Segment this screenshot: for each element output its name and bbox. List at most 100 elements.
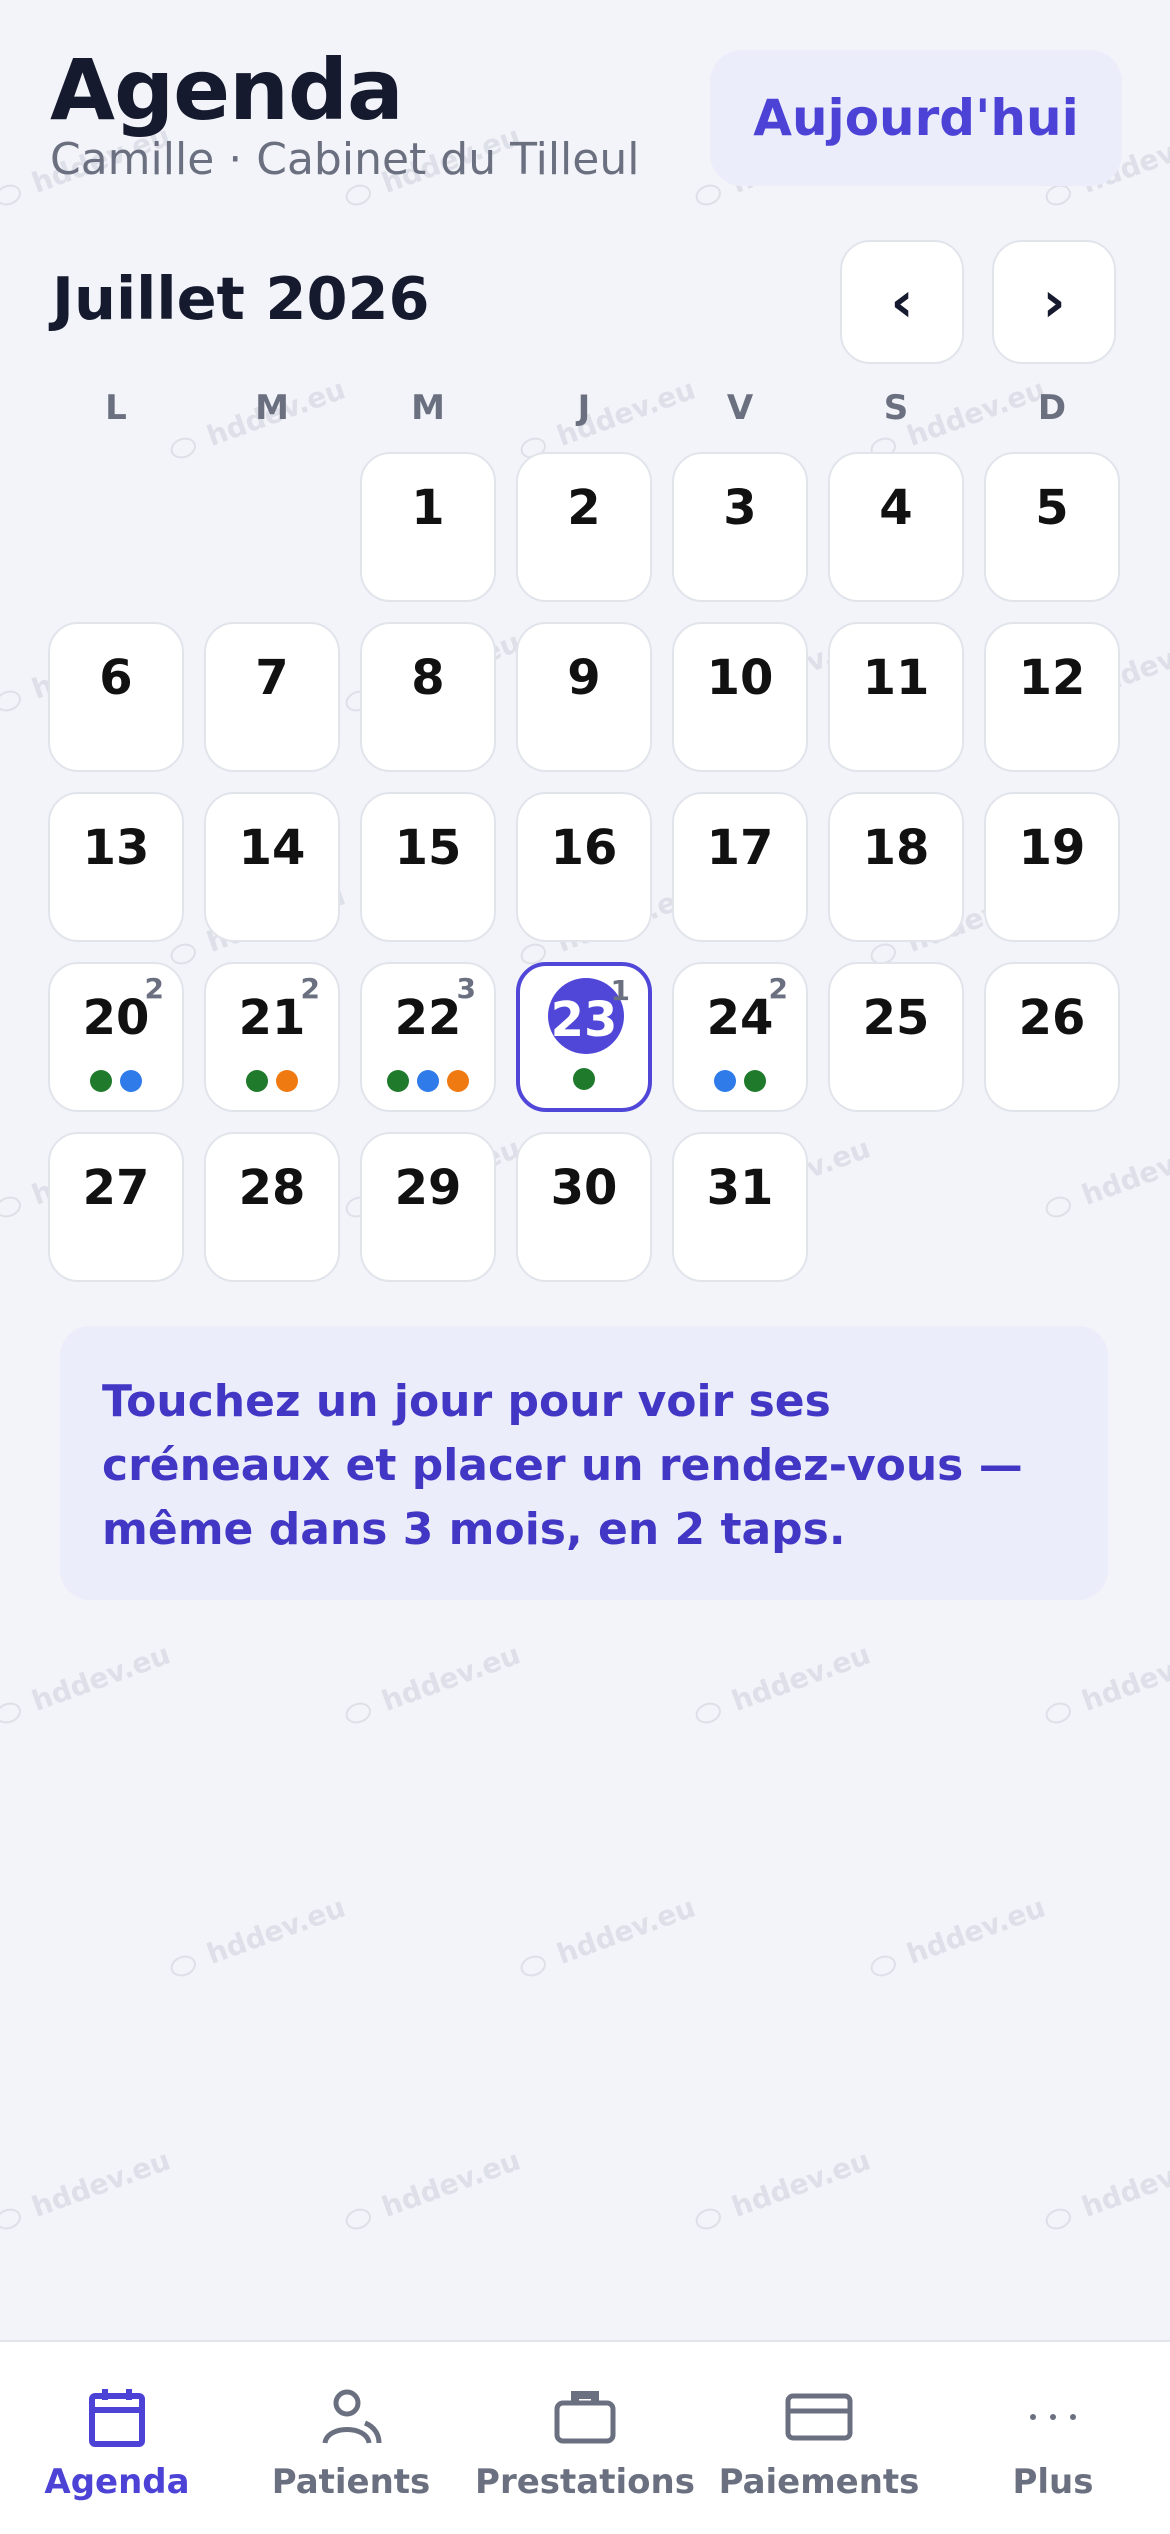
appointment-count-badge: 3 bbox=[456, 972, 476, 1005]
watermark-label: hddev.eu bbox=[902, 1890, 1050, 1971]
day-number: 12 bbox=[1018, 650, 1086, 706]
empty-cell bbox=[48, 452, 184, 602]
tab-agenda[interactable]: Agenda bbox=[0, 2342, 234, 2534]
watermark-text: hddev.eu bbox=[165, 1890, 350, 1984]
appointment-dot-blue bbox=[714, 1070, 736, 1092]
day-number: 4 bbox=[879, 480, 913, 536]
day-cell-5[interactable]: 5 bbox=[984, 452, 1120, 602]
day-cell-26[interactable]: 26 bbox=[984, 962, 1120, 1112]
weekday-label: M bbox=[411, 388, 445, 428]
day-cell-20[interactable]: 20 2 bbox=[48, 962, 184, 1112]
chevron-left-icon: ‹ bbox=[890, 269, 914, 335]
tab-label: Prestations bbox=[475, 2462, 695, 2502]
watermark-logo-icon bbox=[342, 1699, 374, 1727]
day-number: 13 bbox=[82, 820, 150, 876]
day-cell-22[interactable]: 22 3 bbox=[360, 962, 496, 1112]
day-cell-8[interactable]: 8 bbox=[360, 622, 496, 772]
day-cell-27[interactable]: 27 bbox=[48, 1132, 184, 1282]
appointment-count-badge: 2 bbox=[300, 972, 320, 1005]
day-number: 2 bbox=[567, 480, 601, 536]
day-cell-24[interactable]: 24 2 bbox=[672, 962, 808, 1112]
day-cell-29[interactable]: 29 bbox=[360, 1132, 496, 1282]
empty-cell bbox=[204, 452, 340, 602]
weekday-label: D bbox=[1037, 388, 1067, 428]
tab-patients[interactable]: Patients bbox=[234, 2342, 468, 2534]
watermark-label: hddev.eu bbox=[727, 1637, 875, 1718]
watermark-label: hddev.eu bbox=[1077, 2143, 1170, 2224]
day-cell-7[interactable]: 7 bbox=[204, 622, 340, 772]
day-cell-17[interactable]: 17 bbox=[672, 792, 808, 942]
page-subtitle: Camille · Cabinet du Tilleul bbox=[50, 134, 640, 185]
tab-label: Paiements bbox=[718, 2462, 920, 2502]
day-cell-1[interactable]: 1 bbox=[360, 452, 496, 602]
watermark-logo-icon bbox=[692, 2205, 724, 2233]
watermark-logo-icon bbox=[867, 1952, 899, 1980]
day-cell-18[interactable]: 18 bbox=[828, 792, 964, 942]
day-number: 7 bbox=[255, 650, 289, 706]
day-cell-3[interactable]: 3 bbox=[672, 452, 808, 602]
watermark-text: hddev.eu bbox=[340, 1637, 525, 1731]
watermark-logo-icon bbox=[692, 181, 724, 209]
today-button[interactable]: Aujourd'hui bbox=[710, 50, 1122, 186]
day-cell-4[interactable]: 4 bbox=[828, 452, 964, 602]
appointment-dots bbox=[50, 1070, 182, 1092]
tab-prestations[interactable]: Prestations bbox=[468, 2342, 702, 2534]
day-number: 28 bbox=[238, 1160, 306, 1216]
tab-plus[interactable]: Plus bbox=[936, 2342, 1170, 2534]
day-number: 8 bbox=[411, 650, 445, 706]
previous-month-button[interactable]: ‹ bbox=[840, 240, 964, 364]
day-cell-2[interactable]: 2 bbox=[516, 452, 652, 602]
day-number: 11 bbox=[862, 650, 930, 706]
day-cell-11[interactable]: 11 bbox=[828, 622, 964, 772]
appointment-dots bbox=[674, 1070, 806, 1092]
day-cell-15[interactable]: 15 bbox=[360, 792, 496, 942]
weekday-label: S bbox=[883, 388, 909, 428]
day-number: 25 bbox=[862, 990, 930, 1046]
day-cell-10[interactable]: 10 bbox=[672, 622, 808, 772]
day-number: 27 bbox=[82, 1160, 150, 1216]
day-cell-23[interactable]: 23 1 bbox=[516, 962, 652, 1112]
header: Agenda Camille · Cabinet du Tilleul bbox=[50, 40, 639, 185]
day-cell-13[interactable]: 13 bbox=[48, 792, 184, 942]
day-number: 1 bbox=[411, 480, 445, 536]
appointment-dot-orange bbox=[447, 1070, 469, 1092]
chevron-right-icon: › bbox=[1042, 269, 1066, 335]
watermark-label: hddev.eu bbox=[27, 1637, 175, 1718]
watermark-logo-icon bbox=[1042, 2205, 1074, 2233]
watermark-logo-icon bbox=[0, 181, 24, 209]
day-cell-28[interactable]: 28 bbox=[204, 1132, 340, 1282]
tab-label: Patients bbox=[271, 2462, 431, 2502]
day-cell-21[interactable]: 21 2 bbox=[204, 962, 340, 1112]
day-cell-6[interactable]: 6 bbox=[48, 622, 184, 772]
appointment-dot-blue bbox=[120, 1070, 142, 1092]
day-cell-9[interactable]: 9 bbox=[516, 622, 652, 772]
watermark-logo-icon bbox=[0, 1699, 24, 1727]
appointment-dot-green bbox=[573, 1068, 595, 1090]
bottom-tab-bar: Agenda Patients Prestations Paiements Plus bbox=[0, 2340, 1170, 2534]
watermark-text: hddev.eu bbox=[690, 1637, 875, 1731]
watermark-text: hddev.eu bbox=[0, 1637, 175, 1731]
day-cell-31[interactable]: 31 bbox=[672, 1132, 808, 1282]
appointment-dot-green bbox=[744, 1070, 766, 1092]
day-cell-19[interactable]: 19 bbox=[984, 792, 1120, 942]
day-cell-30[interactable]: 30 bbox=[516, 1132, 652, 1282]
watermark-text: hddev.eu bbox=[1040, 2143, 1170, 2237]
day-cell-14[interactable]: 14 bbox=[204, 792, 340, 942]
tab-paiements[interactable]: Paiements bbox=[702, 2342, 936, 2534]
tab-label: Agenda bbox=[44, 2462, 190, 2502]
next-month-button[interactable]: › bbox=[992, 240, 1116, 364]
watermark-logo-icon bbox=[342, 181, 374, 209]
hint-banner: Touchez un jour pour voir ses créneaux e… bbox=[60, 1326, 1108, 1600]
day-number: 3 bbox=[723, 480, 757, 536]
weekday-label: V bbox=[726, 388, 754, 428]
watermark-text: hddev.eu bbox=[690, 2143, 875, 2237]
watermark-text: hddev.eu bbox=[865, 1890, 1050, 1984]
day-cell-25[interactable]: 25 bbox=[828, 962, 964, 1112]
calendar-icon bbox=[87, 2382, 147, 2452]
day-cell-16[interactable]: 16 bbox=[516, 792, 652, 942]
day-number: 16 bbox=[550, 820, 618, 876]
day-number: 9 bbox=[567, 650, 601, 706]
credit-card-icon bbox=[785, 2382, 853, 2452]
day-cell-12[interactable]: 12 bbox=[984, 622, 1120, 772]
watermark-text: hddev.eu bbox=[515, 1890, 700, 1984]
